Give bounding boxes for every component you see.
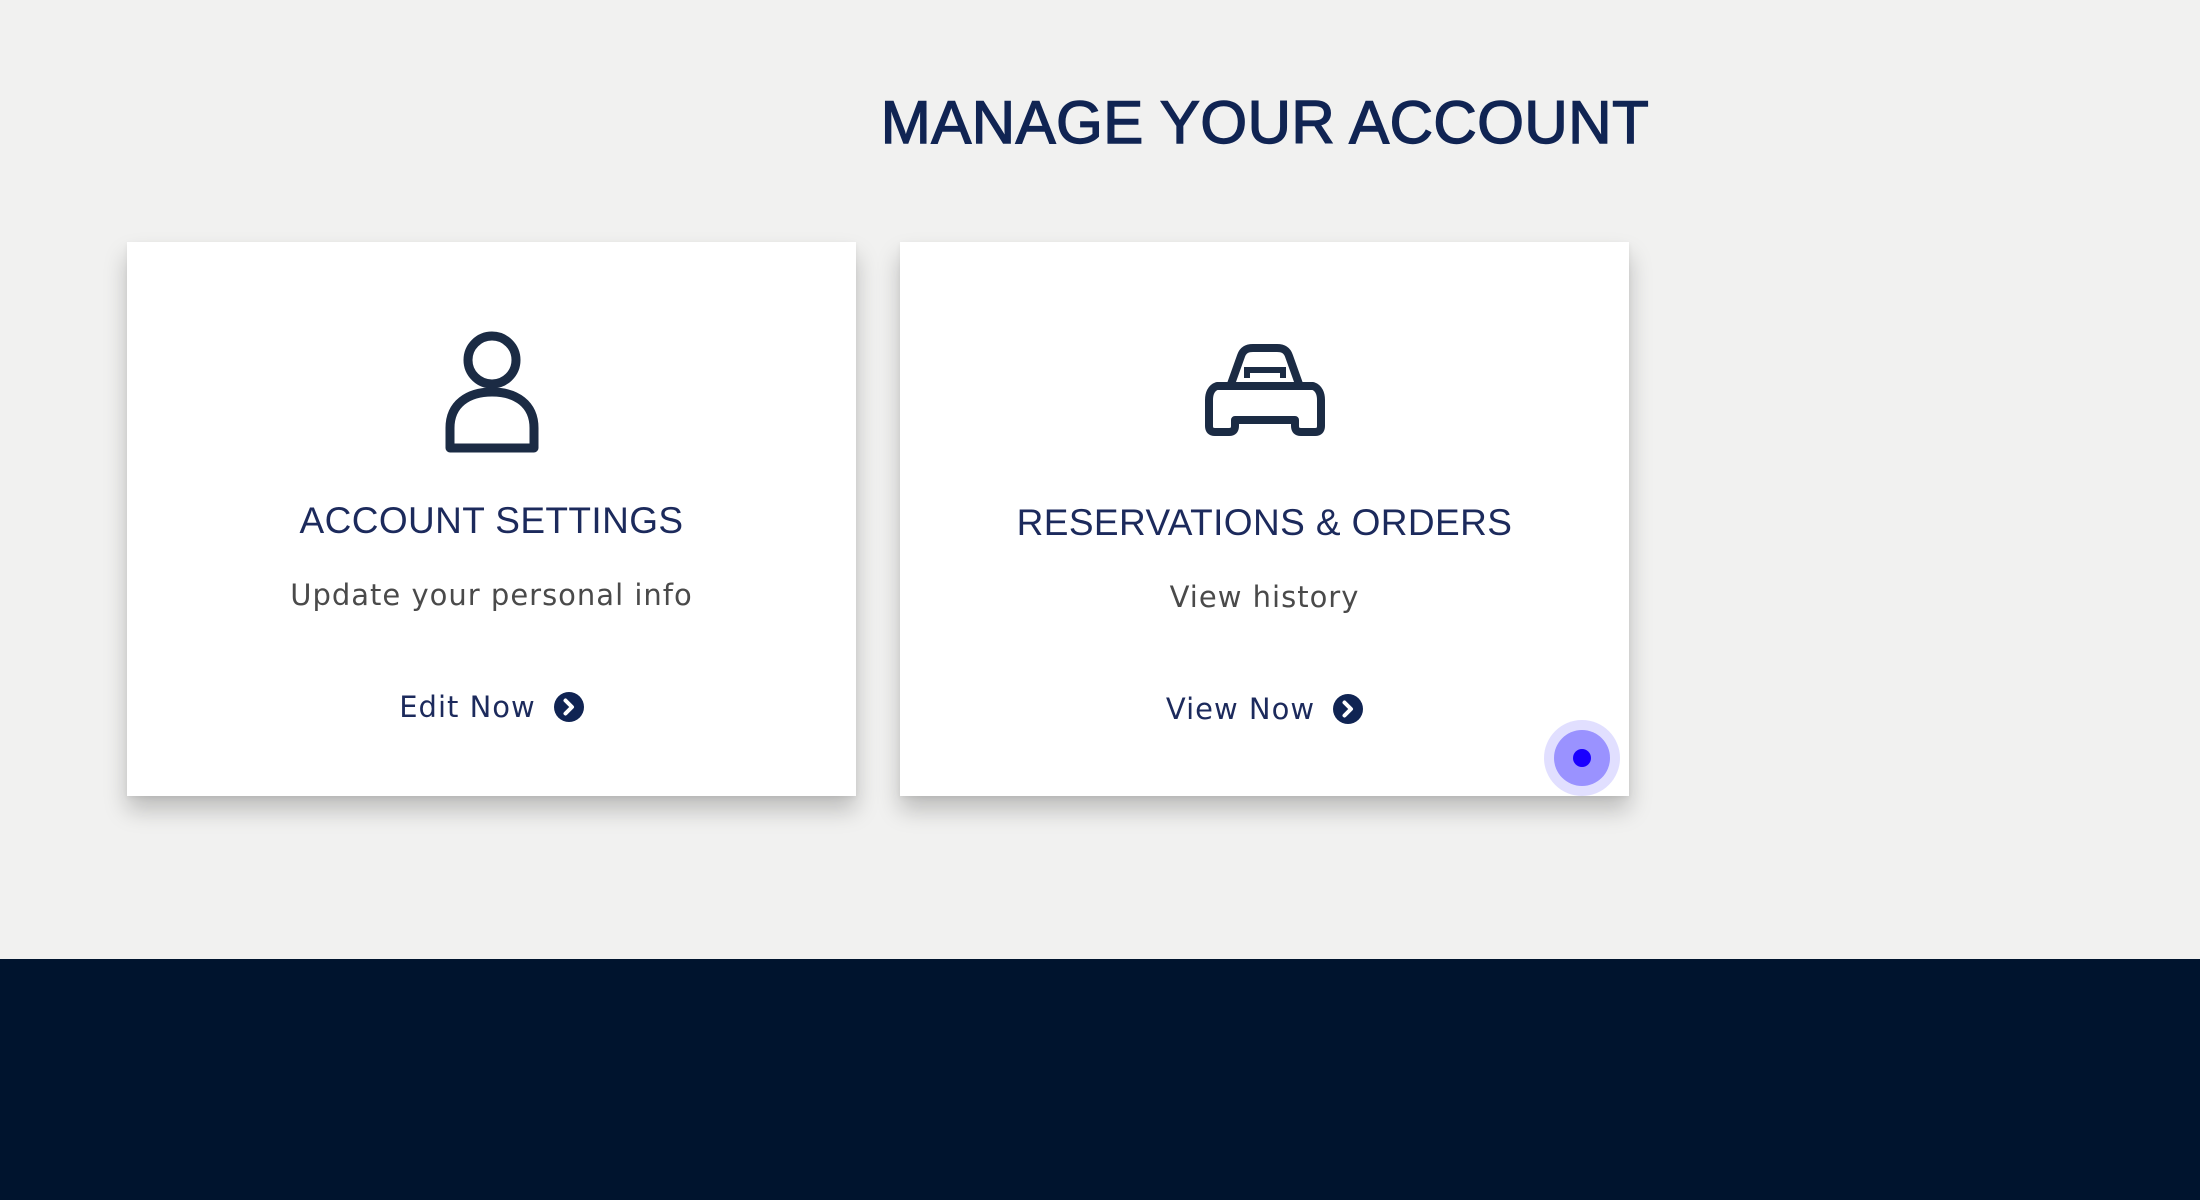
edit-now-label: Edit Now xyxy=(399,690,536,724)
edit-now-link[interactable]: Edit Now xyxy=(127,690,856,724)
manage-account-section: MANAGE YOUR ACCOUNT ACCOUNT SETTINGS Upd… xyxy=(0,0,2200,959)
footer xyxy=(0,959,2200,1200)
card-subtitle: View history xyxy=(1169,580,1360,614)
account-cards: ACCOUNT SETTINGS Update your personal in… xyxy=(127,242,1629,796)
cursor-indicator xyxy=(1544,720,1620,796)
car-icon xyxy=(1203,342,1327,442)
account-settings-card[interactable]: ACCOUNT SETTINGS Update your personal in… xyxy=(127,242,856,796)
reservations-orders-card[interactable]: RESERVATIONS & ORDERS View history View … xyxy=(900,242,1629,796)
view-now-label: View Now xyxy=(1165,692,1316,726)
arrow-circle-icon xyxy=(553,692,584,722)
arrow-circle-icon xyxy=(1333,694,1364,724)
card-title: RESERVATIONS & ORDERS xyxy=(1016,502,1513,543)
view-now-link[interactable]: View Now xyxy=(900,692,1629,726)
person-icon xyxy=(442,330,542,454)
page-title: MANAGE YOUR ACCOUNT xyxy=(880,88,1650,156)
card-title: ACCOUNT SETTINGS xyxy=(299,500,684,541)
card-subtitle: Update your personal info xyxy=(290,578,693,612)
